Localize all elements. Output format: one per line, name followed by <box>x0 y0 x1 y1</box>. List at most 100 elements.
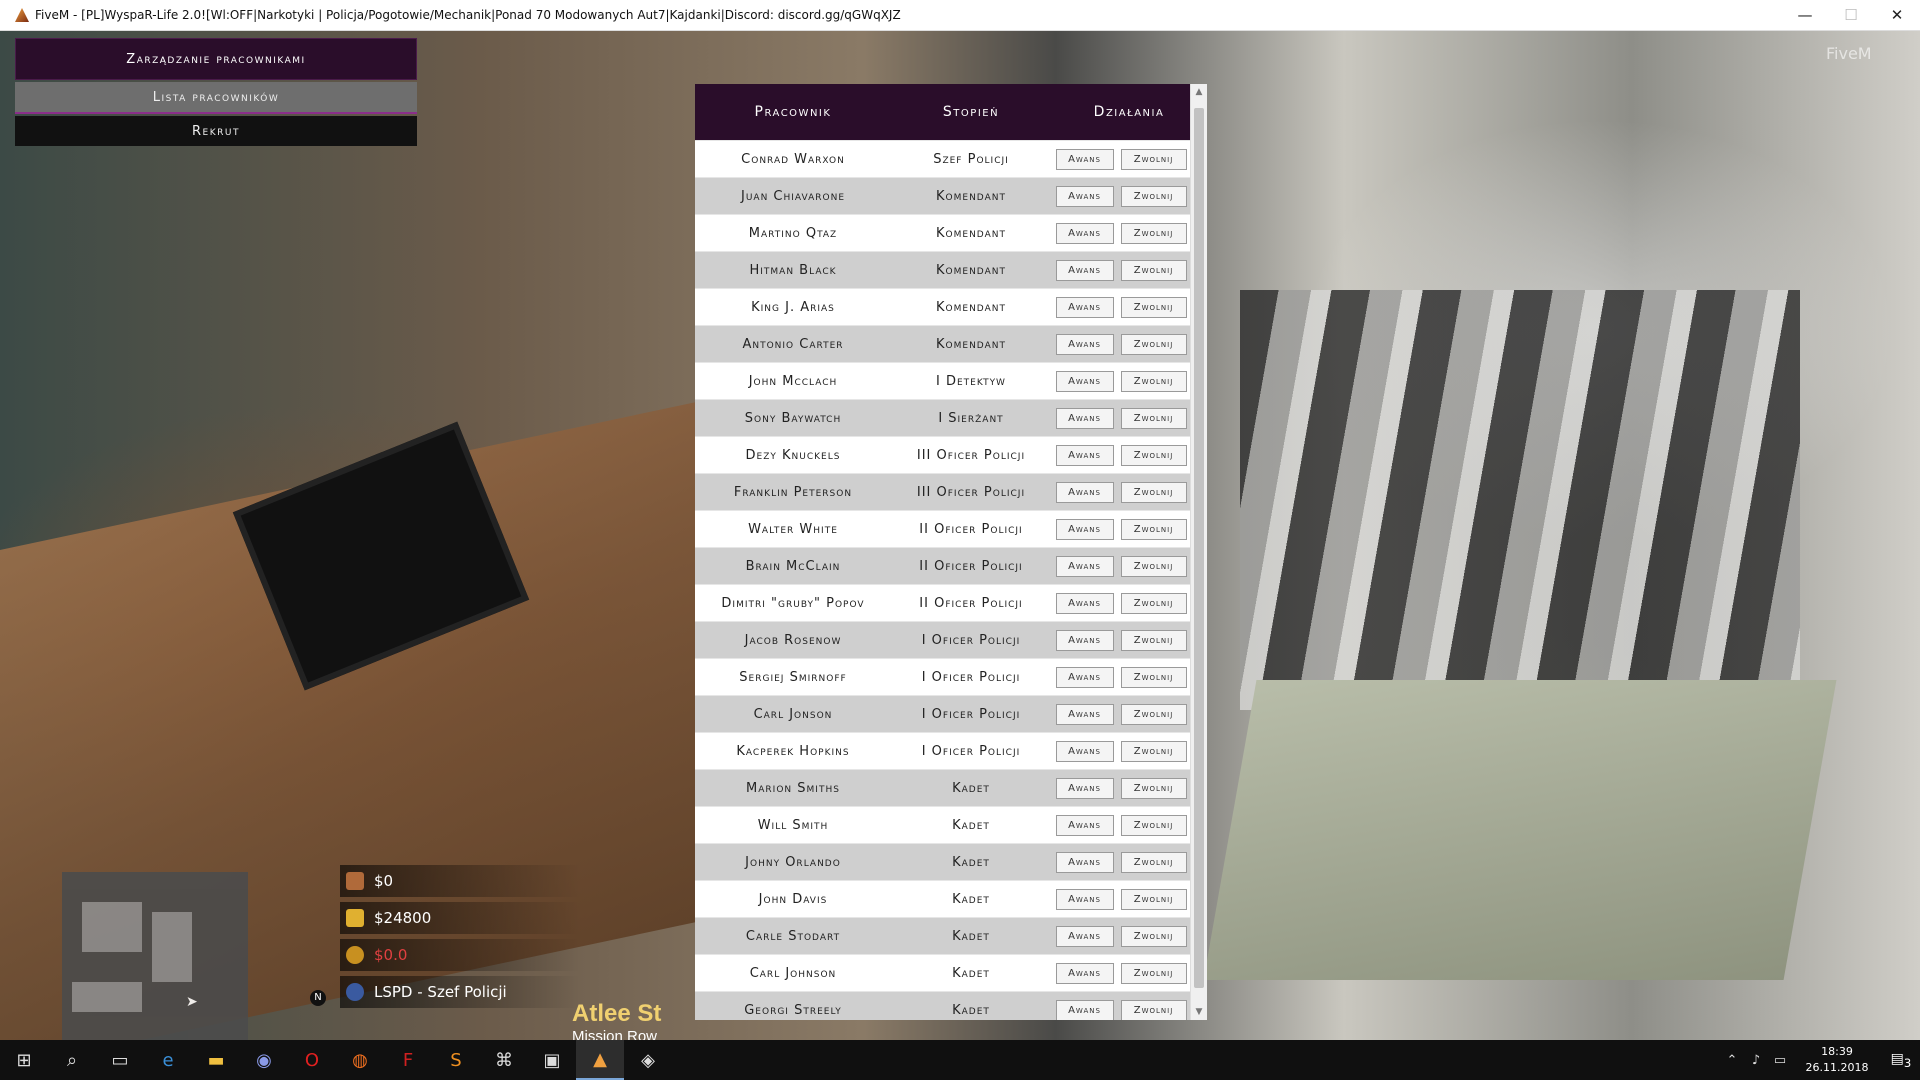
table-row: Hitman Black Komendant Awans Zwolnij <box>695 251 1191 288</box>
menu-item-recruit[interactable]: Rekrut <box>15 116 417 146</box>
promote-button[interactable]: Awans <box>1055 148 1114 170</box>
fire-button[interactable]: Zwolnij <box>1120 777 1187 799</box>
wallet-icon <box>346 872 364 890</box>
hud-cash: $0 <box>340 865 580 897</box>
fire-button[interactable]: Zwolnij <box>1120 185 1187 207</box>
promote-button[interactable]: Awans <box>1055 666 1114 688</box>
fire-button[interactable]: Zwolnij <box>1120 925 1187 947</box>
fire-button[interactable]: Zwolnij <box>1120 740 1187 762</box>
promote-button[interactable]: Awans <box>1055 851 1114 873</box>
discord-icon[interactable]: ◉ <box>240 1040 288 1080</box>
promote-button[interactable]: Awans <box>1055 333 1114 355</box>
edge-icon[interactable]: e <box>144 1040 192 1080</box>
row-actions: Awans Zwolnij <box>1051 592 1191 614</box>
fire-button[interactable]: Zwolnij <box>1120 407 1187 429</box>
table-row: Georgi Streely Kadet Awans Zwolnij <box>695 991 1191 1020</box>
scroll-thumb[interactable] <box>1194 108 1204 988</box>
promote-button[interactable]: Awans <box>1055 444 1114 466</box>
promote-button[interactable]: Awans <box>1055 185 1114 207</box>
promote-button[interactable]: Awans <box>1055 962 1114 984</box>
fire-button[interactable]: Zwolnij <box>1120 888 1187 910</box>
task-view-icon[interactable]: ▭ <box>96 1040 144 1080</box>
fire-button[interactable]: Zwolnij <box>1120 296 1187 318</box>
table-header: Pracownik Stopień Działania <box>695 84 1207 140</box>
filezilla-icon[interactable]: F <box>384 1040 432 1080</box>
row-actions: Awans Zwolnij <box>1051 925 1191 947</box>
fire-button[interactable]: Zwolnij <box>1120 814 1187 836</box>
promote-button[interactable]: Awans <box>1055 518 1114 540</box>
network-app-icon[interactable]: ⌘ <box>480 1040 528 1080</box>
promote-button[interactable]: Awans <box>1055 481 1114 503</box>
credit-card-icon <box>346 909 364 927</box>
origin-icon[interactable]: ◍ <box>336 1040 384 1080</box>
sublime-icon[interactable]: S <box>432 1040 480 1080</box>
window-title: FiveM - [PL]WyspaR-Life 2.0![Wl:OFF|Nark… <box>35 8 901 22</box>
fire-button[interactable]: Zwolnij <box>1120 333 1187 355</box>
employee-name: Conrad Warxon <box>741 151 845 167</box>
fire-button[interactable]: Zwolnij <box>1120 666 1187 688</box>
network-icon[interactable]: ▭ <box>1768 1053 1792 1068</box>
promote-button[interactable]: Awans <box>1055 629 1114 651</box>
employee-rank: Komendant <box>936 262 1006 278</box>
fire-button[interactable]: Zwolnij <box>1120 592 1187 614</box>
promote-button[interactable]: Awans <box>1055 370 1114 392</box>
promote-button[interactable]: Awans <box>1055 592 1114 614</box>
promote-button[interactable]: Awans <box>1055 814 1114 836</box>
promote-button[interactable]: Awans <box>1055 555 1114 577</box>
employee-name: Walter White <box>748 521 838 537</box>
employee-rank: Szef Policji <box>933 151 1009 167</box>
promote-button[interactable]: Awans <box>1055 740 1114 762</box>
notification-count: 3 <box>1903 1055 1912 1070</box>
player-arrow-icon: ➤ <box>186 994 198 1010</box>
panel-scrollbar[interactable]: ▲ ▼ <box>1190 84 1207 1020</box>
fire-button[interactable]: Zwolnij <box>1120 703 1187 725</box>
fire-button[interactable]: Zwolnij <box>1120 999 1187 1020</box>
app-shield-icon[interactable]: ◈ <box>624 1040 672 1080</box>
fire-button[interactable]: Zwolnij <box>1120 518 1187 540</box>
promote-button[interactable]: Awans <box>1055 777 1114 799</box>
promote-button[interactable]: Awans <box>1055 407 1114 429</box>
minimize-button[interactable]: — <box>1782 6 1828 24</box>
maximize-button[interactable]: ☐ <box>1828 6 1874 24</box>
fire-button[interactable]: Zwolnij <box>1120 259 1187 281</box>
clock[interactable]: 18:39 26.11.2018 <box>1798 1044 1876 1076</box>
promote-button[interactable]: Awans <box>1055 259 1114 281</box>
promote-button[interactable]: Awans <box>1055 296 1114 318</box>
file-explorer-icon[interactable]: ▬ <box>192 1040 240 1080</box>
management-menu: Zarządzanie pracownikami Lista pracownik… <box>15 38 417 146</box>
employee-name: Will Smith <box>757 817 829 833</box>
hud-bank: $24800 <box>340 902 580 934</box>
scroll-down-icon[interactable]: ▼ <box>1191 1004 1207 1020</box>
promote-button[interactable]: Awans <box>1055 703 1114 725</box>
promote-button[interactable]: Awans <box>1055 888 1114 910</box>
tray-chevron-up-icon[interactable]: ⌃ <box>1720 1053 1744 1068</box>
employee-rank: II Oficer Policji <box>919 558 1023 574</box>
volume-icon[interactable]: ♪ <box>1744 1053 1768 1068</box>
promote-button[interactable]: Awans <box>1055 222 1114 244</box>
scroll-up-icon[interactable]: ▲ <box>1191 84 1207 100</box>
close-button[interactable]: ✕ <box>1874 6 1920 24</box>
menu-item-employee-list[interactable]: Lista pracowników <box>15 82 417 114</box>
notifications-icon[interactable]: ▤3 <box>1882 1051 1920 1070</box>
promote-button[interactable]: Awans <box>1055 925 1114 947</box>
start-icon[interactable]: ⊞ <box>0 1040 48 1080</box>
fire-button[interactable]: Zwolnij <box>1120 962 1187 984</box>
fire-button[interactable]: Zwolnij <box>1120 481 1187 503</box>
fire-button[interactable]: Zwolnij <box>1120 629 1187 651</box>
table-row: Carl Johnson Kadet Awans Zwolnij <box>695 954 1191 991</box>
employee-rank: I Oficer Policji <box>921 743 1021 759</box>
fivem-taskbar-icon[interactable]: ▲ <box>576 1040 624 1080</box>
terminal-icon[interactable]: ▣ <box>528 1040 576 1080</box>
fire-button[interactable]: Zwolnij <box>1120 851 1187 873</box>
search-icon[interactable]: ⌕ <box>48 1040 96 1080</box>
fire-button[interactable]: Zwolnij <box>1120 370 1187 392</box>
employee-rank: Kadet <box>952 817 990 833</box>
fire-button[interactable]: Zwolnij <box>1120 222 1187 244</box>
fire-button[interactable]: Zwolnij <box>1120 555 1187 577</box>
fire-button[interactable]: Zwolnij <box>1120 444 1187 466</box>
fire-button[interactable]: Zwolnij <box>1120 148 1187 170</box>
promote-button[interactable]: Awans <box>1055 999 1114 1020</box>
opera-icon[interactable]: O <box>288 1040 336 1080</box>
table-row: Carle Stodart Kadet Awans Zwolnij <box>695 917 1191 954</box>
row-actions: Awans Zwolnij <box>1051 259 1191 281</box>
